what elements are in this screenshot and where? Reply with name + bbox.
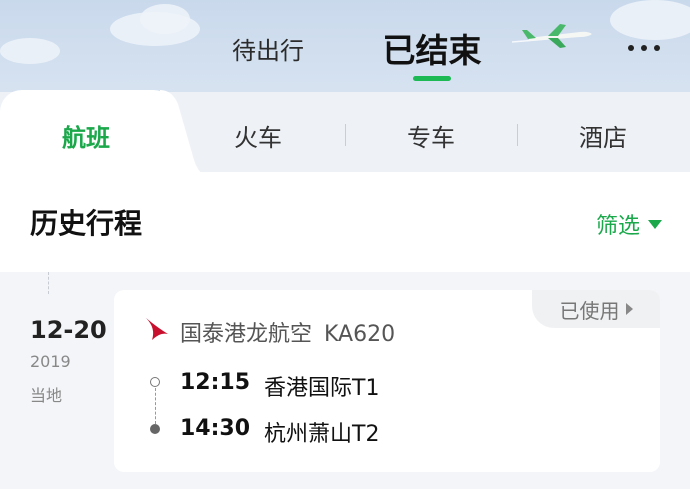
departure-airport: 香港国际T1 — [264, 376, 380, 401]
departure-dot — [150, 377, 160, 387]
airline-info: 国泰港龙航空 KA620 — [180, 316, 395, 348]
trip-date: 12-20 — [30, 316, 107, 344]
cloud-decoration — [610, 0, 690, 40]
tab-flight[interactable]: 航班 — [0, 110, 172, 160]
cloud-decoration — [0, 38, 60, 64]
more-menu-button[interactable] — [620, 36, 668, 60]
history-section-header: 历史行程 筛选 — [0, 172, 690, 272]
filter-label: 筛选 — [595, 214, 640, 239]
segment-finished[interactable]: 已结束 — [372, 28, 492, 69]
dropdown-triangle-icon — [648, 219, 662, 229]
trip-local-label: 当地 — [30, 386, 63, 405]
filter-button[interactable]: 筛选 — [596, 208, 662, 240]
airplane-icon — [511, 24, 592, 48]
tab-car[interactable]: 专车 — [345, 110, 517, 160]
chevron-right-icon — [625, 303, 633, 315]
trip-card[interactable]: 已使用 国泰港龙航空 KA620 12:15 香港国际T1 14:30 杭州萧山T… — [114, 290, 660, 472]
segment-active-indicator — [413, 76, 451, 81]
flight-number: KA620 — [324, 322, 396, 347]
airline-logo-icon — [146, 318, 168, 340]
tab-hotel[interactable]: 酒店 — [517, 110, 689, 160]
airline-name: 国泰港龙航空 — [180, 322, 313, 347]
arrival-time: 14:30 — [180, 416, 251, 441]
segment-upcoming[interactable]: 待出行 — [218, 28, 318, 68]
timeline-line — [48, 272, 49, 294]
route-line — [155, 388, 156, 424]
more-icon — [628, 45, 634, 51]
arrival-airport: 杭州萧山T2 — [264, 422, 380, 447]
tab-train[interactable]: 火车 — [172, 110, 344, 160]
status-badge[interactable]: 已使用 — [532, 290, 660, 328]
trip-list: 12-20 2019 当地 已使用 国泰港龙航空 KA620 12:15 香港国际… — [0, 272, 690, 489]
status-label: 已使用 — [559, 298, 620, 323]
arrival-dot — [150, 424, 160, 434]
cloud-decoration — [140, 4, 190, 34]
departure-time: 12:15 — [180, 370, 251, 395]
trip-year: 2019 — [30, 352, 71, 371]
section-title: 历史行程 — [30, 207, 143, 240]
